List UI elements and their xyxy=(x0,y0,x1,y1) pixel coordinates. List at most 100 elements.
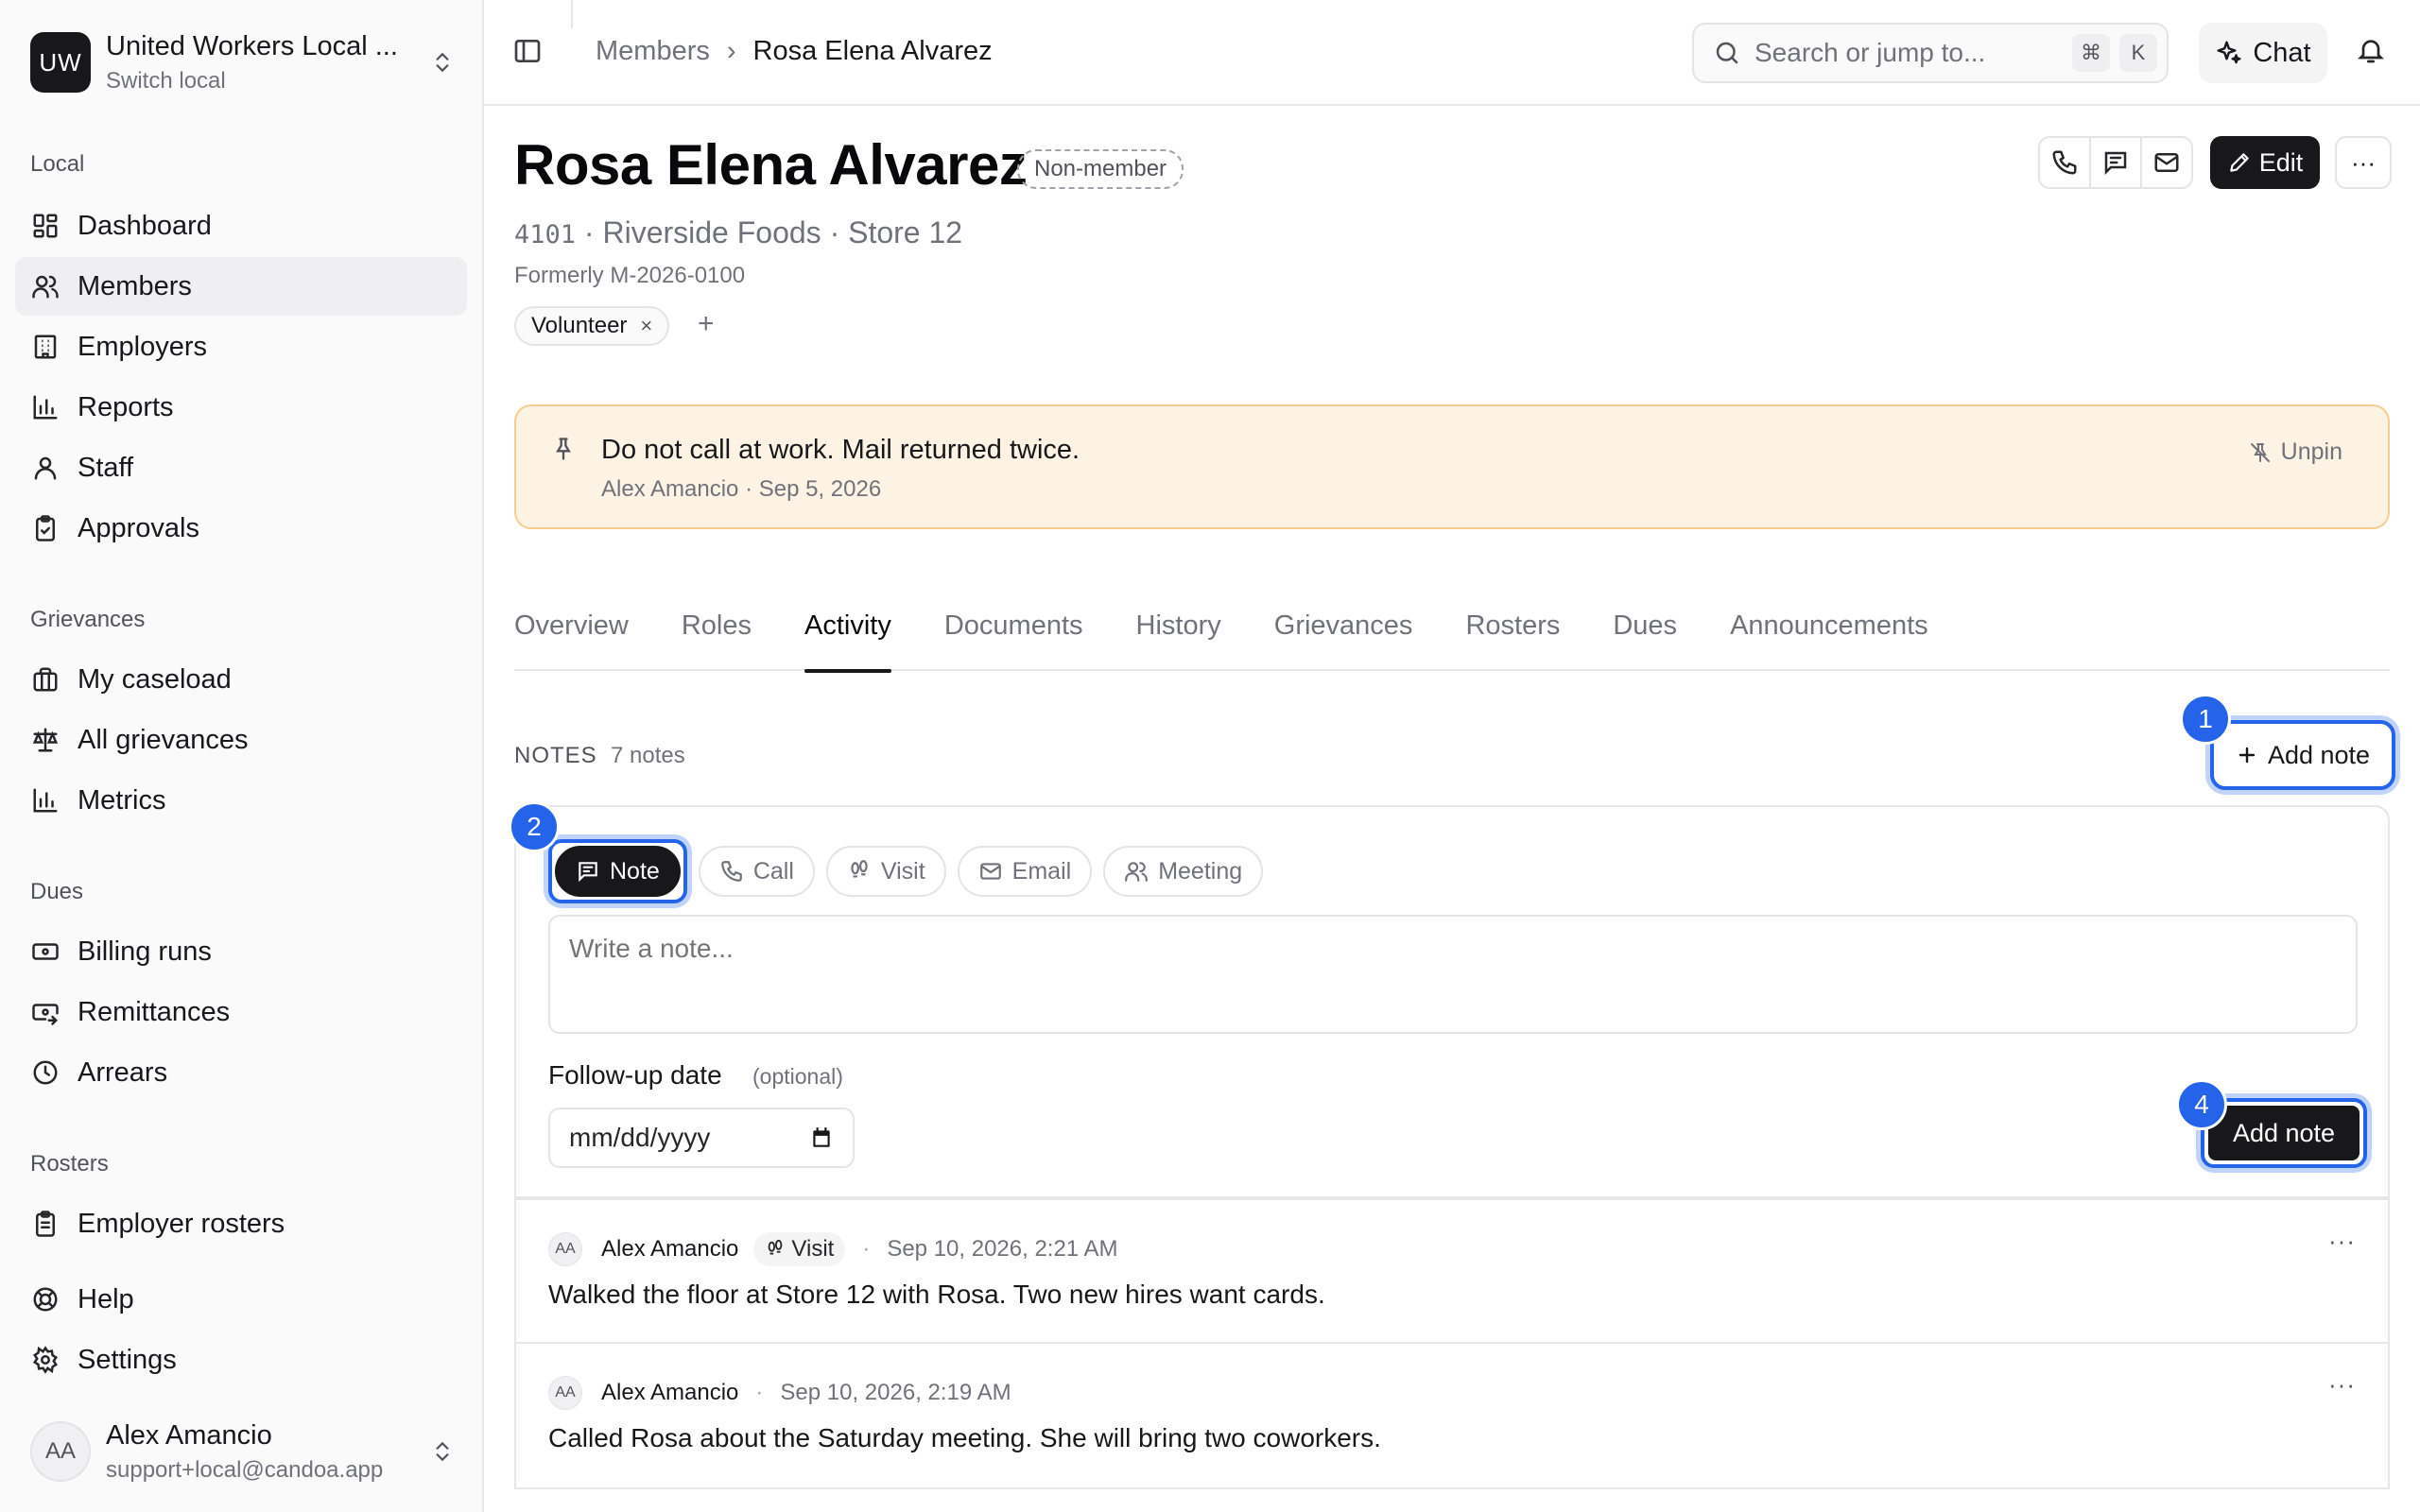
note-author: Alex Amancio xyxy=(601,1380,739,1405)
tab-overview[interactable]: Overview xyxy=(514,599,629,671)
user-email: support+local@candoa.app xyxy=(106,1456,384,1483)
add-note-header-button[interactable]: Add note xyxy=(2210,720,2395,790)
section-label-dues: Dues xyxy=(30,879,84,904)
sidebar-item-billing-runs[interactable]: Billing runs xyxy=(15,922,467,981)
sidebar-item-label: Settings xyxy=(78,1344,177,1375)
clock-icon xyxy=(30,1057,60,1088)
chevrons-up-down-icon xyxy=(424,48,461,77)
formerly-id: Formerly M-2026-0100 xyxy=(514,263,746,288)
chat-button[interactable]: Chat xyxy=(2199,23,2327,83)
chevrons-up-down-icon xyxy=(424,1437,461,1466)
sidebar-item-settings[interactable]: Settings xyxy=(15,1331,467,1389)
marker-1: 1 xyxy=(2180,694,2231,745)
section-label-local: Local xyxy=(30,151,85,177)
note-timestamp: Sep 10, 2026, 2:19 AM xyxy=(780,1380,1011,1405)
users-icon xyxy=(1125,862,1149,882)
sidebar-item-label: Help xyxy=(78,1283,134,1314)
sidebar-item-label: Members xyxy=(78,270,192,301)
phone-icon[interactable] xyxy=(2040,138,2091,187)
note-type-visit[interactable]: Visit xyxy=(825,846,946,897)
message-icon[interactable] xyxy=(2091,138,2142,187)
note-textarea[interactable] xyxy=(548,915,2358,1034)
add-note-label: Add note xyxy=(2267,740,2371,769)
banknote-arrow-icon xyxy=(30,997,60,1027)
add-note-submit-label: Add note xyxy=(2208,1106,2360,1160)
tab-grievances[interactable]: Grievances xyxy=(1274,599,1413,671)
tab-documents[interactable]: Documents xyxy=(944,599,1083,671)
message-square-icon xyxy=(579,862,597,883)
bar-chart-icon xyxy=(30,392,60,422)
bell-icon[interactable] xyxy=(2356,34,2386,66)
local-switcher[interactable]: UW United Workers Local ... Switch local xyxy=(30,28,461,96)
sidebar-item-label: All grievances xyxy=(78,724,249,755)
list-item: AA Alex Amancio · Sep 10, 2026, 2:19 AM … xyxy=(514,1344,2390,1489)
note-more-button[interactable]: ··· xyxy=(2328,1370,2356,1400)
sidebar-item-help[interactable]: Help xyxy=(15,1270,467,1329)
sidebar-item-my-caseload[interactable]: My caseload xyxy=(15,650,467,709)
lifebuoy-icon xyxy=(30,1284,60,1314)
sidebar-item-employers[interactable]: Employers xyxy=(15,318,467,376)
org-name: United Workers Local ... xyxy=(106,30,398,61)
sidebar-item-reports[interactable]: Reports xyxy=(15,378,467,437)
note-meta: AA Alex Amancio · Sep 10, 2026, 2:19 AM xyxy=(548,1376,1011,1410)
gear-icon xyxy=(30,1345,60,1375)
sidebar-item-label: Employer rosters xyxy=(78,1208,285,1239)
sidebar-item-employer-rosters[interactable]: Employer rosters xyxy=(15,1194,467,1253)
sidebar-item-remittances[interactable]: Remittances xyxy=(15,983,467,1041)
tab-dues[interactable]: Dues xyxy=(1613,599,1677,671)
user-menu[interactable]: AA Alex Amancio support+local@candoa.app xyxy=(30,1418,461,1486)
tab-roles[interactable]: Roles xyxy=(682,599,752,671)
sidebar-item-dashboard[interactable]: Dashboard xyxy=(15,197,467,255)
phone-icon xyxy=(720,861,742,882)
add-tag-button[interactable]: + xyxy=(698,308,715,340)
unpin-button[interactable]: Unpin xyxy=(2249,438,2342,466)
sidebar-toggle-icon[interactable] xyxy=(512,36,543,66)
sidebar-item-members[interactable]: Members xyxy=(15,257,467,316)
edit-button[interactable]: Edit xyxy=(2210,136,2320,189)
more-actions-button[interactable]: ··· xyxy=(2335,136,2392,189)
note-type-meeting[interactable]: Meeting xyxy=(1103,846,1264,897)
header-divider xyxy=(571,0,573,28)
org-logo: UW xyxy=(30,32,91,93)
pin-off-icon xyxy=(2250,442,2270,462)
breadcrumb-members[interactable]: Members xyxy=(596,36,710,67)
mail-icon[interactable] xyxy=(2142,138,2191,187)
note-type-note[interactable]: Note xyxy=(555,846,681,897)
search-input[interactable]: Search or jump to... ⌘ K xyxy=(1692,23,2169,83)
sidebar-item-metrics[interactable]: Metrics xyxy=(15,771,467,830)
note-composer: Note Call Visit Email Meeting Follow-up … xyxy=(514,805,2390,1198)
page-title: Rosa Elena Alvarez xyxy=(514,133,1028,197)
sidebar-item-label: Remittances xyxy=(78,996,231,1027)
note-type-email[interactable]: Email xyxy=(957,846,1093,897)
member-id: 4101 xyxy=(514,220,577,249)
users-icon xyxy=(30,271,60,301)
meta-separator: · xyxy=(862,1236,871,1262)
contact-actions xyxy=(2038,136,2193,189)
unpin-label: Unpin xyxy=(2280,438,2342,465)
note-body: Called Rosa about the Saturday meeting. … xyxy=(548,1423,1381,1452)
tab-announcements[interactable]: Announcements xyxy=(1730,599,1928,671)
sidebar-item-arrears[interactable]: Arrears xyxy=(15,1043,467,1102)
followup-date-input[interactable]: mm/dd/yyyy xyxy=(548,1108,855,1168)
section-label-grievances: Grievances xyxy=(30,607,146,632)
footprints-icon xyxy=(769,1239,783,1255)
note-author: Alex Amancio xyxy=(601,1236,739,1262)
sidebar-item-label: Employers xyxy=(78,331,207,362)
sidebar-item-approvals[interactable]: Approvals xyxy=(15,499,467,558)
note-more-button[interactable]: ··· xyxy=(2328,1227,2356,1256)
pinned-note-meta: Alex Amancio · Sep 5, 2026 xyxy=(601,476,882,502)
kbd-k: K xyxy=(2119,34,2157,72)
sidebar-item-label: Arrears xyxy=(78,1057,168,1088)
note-meta: AA Alex Amancio Visit · Sep 10, 2026, 2:… xyxy=(548,1232,1118,1266)
tab-rosters[interactable]: Rosters xyxy=(1465,599,1560,671)
sidebar-item-staff[interactable]: Staff xyxy=(15,438,467,497)
clipboard-list-icon xyxy=(30,1209,60,1239)
sidebar-item-all-grievances[interactable]: All grievances xyxy=(15,711,467,769)
tag-remove-button[interactable]: × xyxy=(640,314,652,338)
note-type-call[interactable]: Call xyxy=(698,846,815,897)
tab-activity[interactable]: Activity xyxy=(804,599,891,673)
tab-history[interactable]: History xyxy=(1136,599,1221,671)
section-label-rosters: Rosters xyxy=(30,1151,109,1177)
breadcrumb-current: Rosa Elena Alvarez xyxy=(752,36,993,66)
bar-chart-icon xyxy=(30,785,60,816)
